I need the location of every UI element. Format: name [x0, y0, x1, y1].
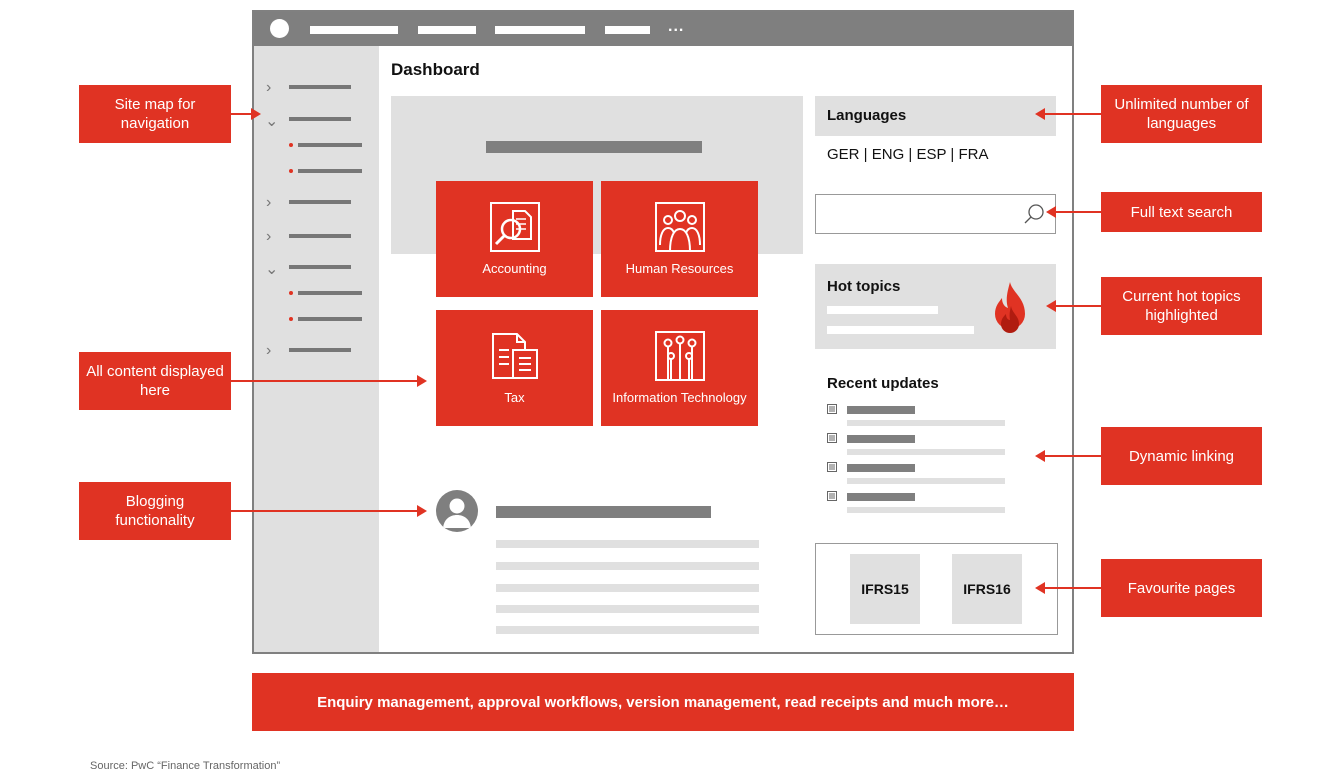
top-menu-item[interactable] [495, 26, 585, 34]
callout-search: Full text search [1101, 192, 1262, 232]
callout-hot-topics: Current hot topics highlighted [1101, 277, 1262, 335]
callout-dynamic-linking: Dynamic linking [1101, 427, 1262, 485]
chevron-right-icon: › [266, 79, 272, 96]
recent-update-item[interactable] [827, 462, 1007, 486]
callout-site-map: Site map for navigation [79, 85, 231, 143]
chevron-right-icon: › [266, 228, 272, 245]
tile-human-resources[interactable]: Human Resources [601, 181, 758, 297]
flame-icon [995, 282, 1025, 333]
callout-all-content: All content displayed here [79, 352, 231, 410]
recent-update-item[interactable] [827, 404, 1007, 428]
hot-topics-panel: Hot topics [815, 264, 1056, 349]
favourite-pages-panel: IFRS15 IFRS16 [815, 543, 1058, 635]
favourite-page-card[interactable]: IFRS16 [952, 554, 1022, 624]
callout-arrow [231, 375, 427, 387]
tax-document-icon [491, 333, 538, 379]
callout-arrow [1046, 206, 1101, 218]
callout-arrow [1035, 108, 1101, 120]
nav-subitem[interactable] [254, 290, 379, 304]
tile-label: Accounting [482, 261, 547, 276]
nav-item-expanded[interactable]: ⌄ [254, 113, 379, 130]
callout-arrow [231, 108, 261, 120]
language-selector[interactable]: GER | ENG | ESP | FRA [827, 146, 988, 163]
blog-text-line [496, 626, 759, 634]
circuit-icon [654, 331, 705, 381]
recent-update-item[interactable] [827, 433, 1007, 457]
user-icon [443, 498, 471, 528]
hot-topics-heading: Hot topics [827, 278, 901, 295]
banner-heading-placeholder [486, 141, 702, 153]
top-menu-item[interactable] [605, 26, 650, 34]
tile-tax[interactable]: Tax [436, 310, 593, 426]
search-input[interactable] [815, 194, 1056, 234]
avatar[interactable] [436, 490, 478, 532]
blog-post-title[interactable] [496, 506, 711, 518]
callout-arrow [1035, 582, 1101, 594]
site-map-sidebar: › ⌄ › › ⌄ › [254, 46, 379, 652]
document-icon [827, 491, 837, 501]
hot-topic-link[interactable] [827, 326, 974, 334]
search-icon[interactable] [1023, 203, 1045, 225]
nav-item[interactable]: › [254, 228, 379, 246]
callout-languages: Unlimited number of languages [1101, 85, 1262, 143]
blog-text-line [496, 540, 759, 548]
chevron-down-icon: ⌄ [265, 261, 279, 278]
callout-favourite-pages: Favourite pages [1101, 559, 1262, 617]
nav-item[interactable]: › [254, 342, 379, 360]
blog-text-line [496, 584, 759, 592]
page-title: Dashboard [391, 60, 480, 79]
nav-subitem[interactable] [254, 316, 379, 330]
nav-subitem[interactable] [254, 168, 379, 182]
accounting-icon [489, 202, 540, 252]
chevron-down-icon: ⌄ [265, 113, 279, 130]
top-menu-item[interactable] [310, 26, 398, 34]
tile-accounting[interactable]: Accounting [436, 181, 593, 297]
blog-text-line [496, 605, 759, 613]
nav-item[interactable]: › [254, 79, 379, 97]
nav-subitem[interactable] [254, 142, 379, 156]
more-menu-icon[interactable]: ... [668, 18, 684, 36]
hot-topic-link[interactable] [827, 306, 938, 314]
document-icon [827, 433, 837, 443]
callout-arrow [1046, 300, 1101, 312]
blog-text-line [496, 562, 759, 570]
window-titlebar: ... [254, 12, 1072, 46]
document-icon [827, 404, 837, 414]
nav-item-expanded[interactable]: ⌄ [254, 261, 379, 278]
chevron-right-icon: › [266, 194, 272, 211]
features-footer-banner: Enquiry management, approval workflows, … [252, 673, 1074, 731]
callout-blogging: Blogging functionality [79, 482, 231, 540]
dashboard-window: ... › ⌄ › › ⌄ › Dashboard Accounting Hum… [252, 10, 1074, 654]
nav-item[interactable]: › [254, 194, 379, 212]
favourite-page-card[interactable]: IFRS15 [850, 554, 920, 624]
recent-updates-heading: Recent updates [827, 375, 939, 392]
window-logo-circle [270, 19, 289, 38]
languages-heading: Languages [827, 107, 907, 124]
callout-arrow [231, 505, 427, 517]
source-note: Source: PwC “Finance Transformation” [90, 760, 281, 772]
human-resources-icon [654, 202, 705, 252]
chevron-right-icon: › [266, 342, 272, 359]
document-icon [827, 462, 837, 472]
recent-update-item[interactable] [827, 491, 1007, 515]
tile-label: Information Technology [612, 390, 747, 405]
tile-information-technology[interactable]: Information Technology [601, 310, 758, 426]
tile-label: Human Resources [625, 261, 734, 276]
languages-panel-header: Languages [815, 96, 1056, 136]
top-menu-item[interactable] [418, 26, 476, 34]
callout-arrow [1035, 450, 1101, 462]
tile-label: Tax [504, 390, 525, 405]
